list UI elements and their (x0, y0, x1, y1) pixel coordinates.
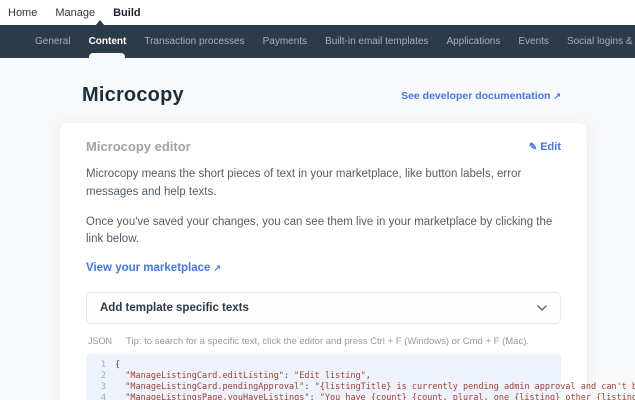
code-text: "ManageListingCard.editListing": "Edit l… (115, 371, 371, 382)
developer-documentation-label: See developer documentation (401, 90, 550, 102)
code-line: 2 "ManageListingCard.editListing": "Edit… (86, 371, 561, 382)
line-number: 4 (86, 393, 106, 400)
microcopy-editor-card: Microcopy editor ✎Edit Microcopy means t… (60, 123, 587, 400)
microcopy-json-editor[interactable]: 1{2 "ManageListingCard.editListing": "Ed… (86, 354, 561, 400)
editor-tip-row: JSON Tip: to search for a specific text,… (86, 336, 561, 347)
code-text: { (115, 360, 120, 371)
subnav-tab-transaction-processes[interactable]: Transaction processes (135, 25, 253, 58)
external-link-icon: ↗ (553, 91, 561, 101)
line-number: 3 (86, 382, 106, 393)
subnav-tab-built-in-email-templates[interactable]: Built-in email templates (316, 25, 437, 58)
line-number: 1 (86, 360, 106, 371)
editor-tip-text: Tip: to search for a specific text, clic… (126, 336, 529, 347)
accordion-label: Add template specific texts (100, 302, 249, 314)
line-number: 2 (86, 371, 106, 382)
content-page: Microcopy See developer documentation↗ M… (0, 58, 635, 400)
developer-documentation-link[interactable]: See developer documentation↗ (401, 90, 561, 102)
pencil-icon: ✎ (529, 142, 537, 153)
subnav-tab-events[interactable]: Events (509, 25, 558, 58)
subnav-tab-content[interactable]: Content (80, 25, 136, 58)
chevron-down-icon (537, 305, 547, 311)
code-text: "ManageListingCard.pendingApproval": "{l… (115, 382, 635, 393)
view-marketplace-label: View your marketplace (86, 262, 210, 274)
code-text: "ManageListingsPage.youHaveListings": "Y… (115, 393, 635, 400)
card-header: Microcopy editor ✎Edit (86, 139, 561, 154)
subnav-tab-social-logins-sso[interactable]: Social logins & SSO (558, 25, 635, 58)
page-title: Microcopy (82, 84, 184, 107)
code-line: 1{ (86, 360, 561, 371)
topbar-item-home[interactable]: Home (8, 7, 37, 19)
microcopy-save-note: Once you've saved your changes, you can … (86, 214, 561, 250)
microcopy-description: Microcopy means the short pieces of text… (86, 166, 561, 202)
subnav-tab-applications[interactable]: Applications (437, 25, 509, 58)
code-line: 3 "ManageListingCard.pendingApproval": "… (86, 382, 561, 393)
topbar-item-build[interactable]: Build (113, 7, 141, 19)
add-template-texts-accordion[interactable]: Add template specific texts (86, 292, 561, 324)
build-subnav: GeneralContentTransaction processesPayme… (0, 25, 635, 58)
subnav-tab-general[interactable]: General (26, 25, 80, 58)
edit-label: Edit (540, 141, 561, 153)
page-heading-row: Microcopy See developer documentation↗ (0, 58, 635, 123)
card-title: Microcopy editor (86, 139, 191, 154)
code-line: 4 "ManageListingsPage.youHaveListings": … (86, 393, 561, 400)
topbar-item-manage[interactable]: Manage (55, 7, 95, 19)
subnav-tab-payments[interactable]: Payments (254, 25, 316, 58)
edit-button[interactable]: ✎Edit (529, 141, 561, 153)
editor-mode-label: JSON (88, 336, 112, 346)
view-marketplace-link[interactable]: View your marketplace↗ (86, 262, 221, 274)
external-link-icon: ↗ (213, 263, 221, 273)
